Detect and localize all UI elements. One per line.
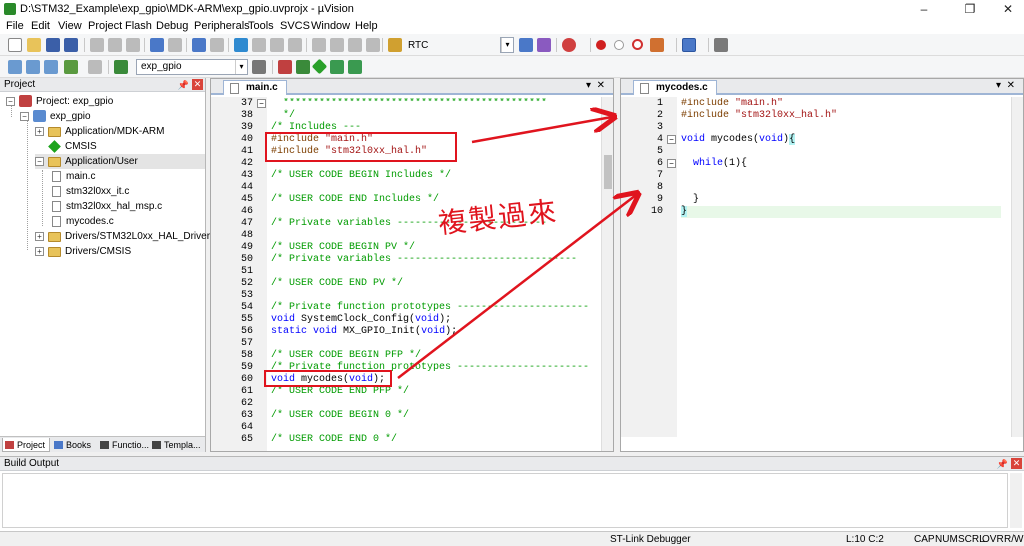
arrow-include-to-mycodes [471,117,612,144]
annotation-arrows [397,0,1024,379]
